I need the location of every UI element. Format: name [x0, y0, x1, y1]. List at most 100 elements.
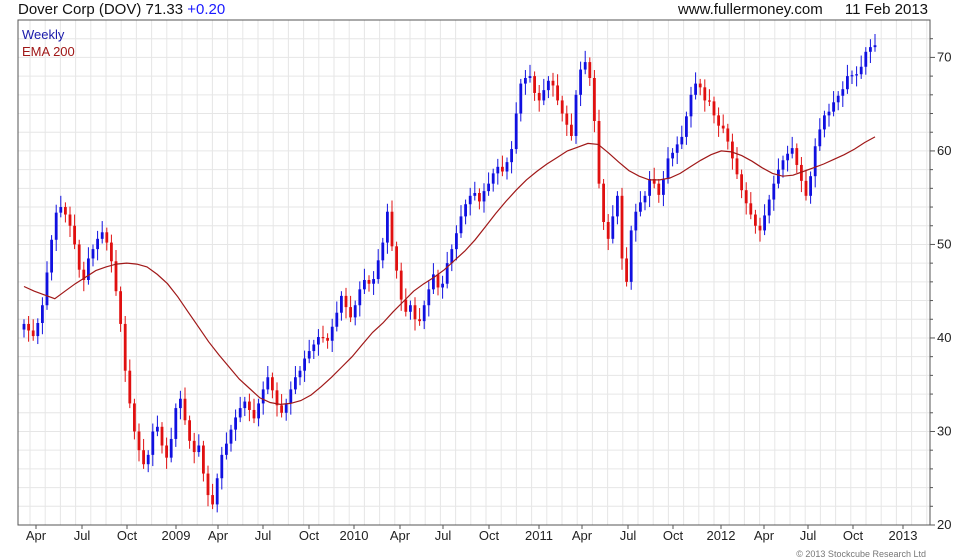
- candle-body: [27, 323, 30, 331]
- y-tick-label: 50: [937, 236, 951, 251]
- candle-body: [758, 225, 762, 231]
- candle-body: [482, 191, 486, 202]
- candle-body: [519, 83, 523, 114]
- candle-body: [271, 377, 274, 391]
- x-axis: Apr Jul Oct 2009 Apr Jul Oct 2010 Apr Jul Oct 2011 A…: [26, 525, 918, 543]
- candle-body: [353, 305, 357, 318]
- candle-body: [238, 408, 242, 418]
- candle-body: [491, 173, 495, 184]
- candle-body: [367, 279, 371, 284]
- candle-body: [841, 89, 845, 96]
- candle-body: [579, 69, 582, 95]
- candle-body: [473, 193, 477, 196]
- candle-body: [64, 207, 67, 215]
- candle-body: [326, 337, 329, 341]
- candle-body: [261, 389, 265, 404]
- candle-body: [832, 102, 835, 112]
- candle-body: [100, 232, 104, 239]
- candle-body: [399, 270, 403, 300]
- candle-body: [744, 190, 748, 204]
- candle-body: [643, 195, 647, 203]
- candle-body: [703, 87, 707, 101]
- candle-body: [252, 409, 256, 419]
- candle-body: [404, 299, 408, 312]
- candle-body: [570, 124, 573, 136]
- candle-body: [629, 230, 633, 282]
- candle-body: [675, 144, 679, 153]
- candle-body: [620, 195, 624, 259]
- candle-body: [731, 141, 734, 159]
- candle-body: [137, 431, 141, 451]
- candle-body: [496, 166, 500, 174]
- x-tick-label: 2012: [707, 528, 736, 543]
- candle-body: [395, 246, 398, 271]
- candle-body: [777, 169, 780, 184]
- candle-body: [726, 128, 730, 142]
- candle-body: [294, 377, 297, 390]
- candle-body: [386, 211, 389, 243]
- candle-body: [735, 158, 739, 175]
- candle-body: [317, 337, 320, 345]
- x-tick-label: Jul: [74, 528, 91, 543]
- candle-body: [96, 238, 99, 250]
- x-tick-label: Oct: [843, 528, 864, 543]
- candle-body: [77, 244, 81, 270]
- candle-body: [606, 222, 610, 239]
- candle-body: [836, 95, 840, 103]
- candle-body: [459, 216, 463, 234]
- x-tick-label: Jul: [255, 528, 272, 543]
- candle-body: [211, 495, 214, 505]
- candle-body: [685, 116, 688, 137]
- candle-body: [59, 207, 63, 213]
- candle-body: [547, 80, 550, 91]
- candle-body: [344, 295, 348, 308]
- candle-body: [243, 401, 247, 409]
- candle-body: [639, 202, 642, 212]
- candlestick-series: [22, 34, 877, 513]
- candle-body: [574, 94, 578, 136]
- candle-body: [680, 136, 684, 145]
- candle-body: [192, 440, 196, 453]
- candle-body: [689, 94, 693, 117]
- candle-body: [551, 80, 555, 86]
- candle-body: [823, 115, 826, 130]
- candle-body: [105, 232, 109, 243]
- candle-body: [634, 211, 638, 231]
- candle-body: [597, 121, 601, 184]
- x-tick-label: Jul: [800, 528, 817, 543]
- candle-body: [698, 83, 702, 88]
- candle-body: [625, 258, 628, 282]
- candle-body: [133, 403, 136, 432]
- candle-body: [248, 401, 251, 410]
- candle-body: [712, 101, 716, 116]
- candle-body: [717, 115, 720, 126]
- candle-body: [358, 289, 362, 306]
- candle-body: [560, 100, 564, 114]
- candle-body: [427, 289, 431, 306]
- candle-body: [556, 85, 559, 101]
- candle-body: [73, 225, 76, 245]
- legend-weekly: Weekly: [22, 27, 65, 42]
- y-axis: 20 30 40 50 60 70: [930, 38, 951, 532]
- candle-body: [321, 337, 325, 339]
- candle-body: [68, 214, 72, 226]
- candle-body: [767, 199, 771, 216]
- candle-body: [31, 330, 35, 337]
- candle-body: [202, 445, 205, 474]
- candle-body: [289, 389, 293, 404]
- x-tick-label: 2013: [889, 528, 918, 543]
- candle-body: [174, 408, 178, 439]
- candle-body: [781, 160, 785, 170]
- candle-body: [487, 183, 490, 192]
- candle-body: [363, 279, 366, 290]
- candle-body: [142, 450, 145, 465]
- candle-body: [468, 195, 472, 205]
- candle-body: [455, 233, 458, 250]
- candle-body: [156, 426, 159, 432]
- candle-body: [160, 426, 164, 446]
- y-tick-label: 20: [937, 517, 951, 532]
- candle-body: [694, 83, 697, 95]
- candle-body: [179, 398, 182, 409]
- copyright-notice: © 2013 Stockcube Research Ltd: [796, 549, 926, 559]
- candle-body: [510, 149, 513, 163]
